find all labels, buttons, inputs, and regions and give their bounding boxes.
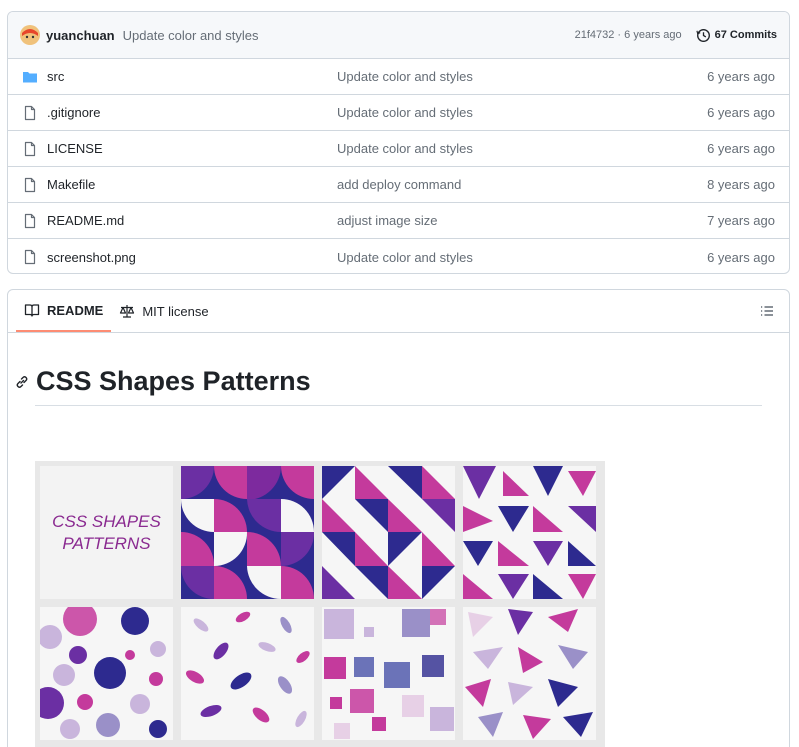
file-browser: yuanchuan Update color and styles 21f473… [7,11,790,274]
preview-tile-circles [40,607,173,740]
preview-tile-quarter-circles [181,466,314,599]
file-icon [22,249,38,265]
preview-label: CSS SHAPES PATTERNS [40,466,173,599]
file-row[interactable]: Makefile add deploy command 8 years ago [8,167,789,203]
title-divider [35,405,762,406]
outline-button[interactable] [753,290,781,332]
readme-tabs: README MIT license [8,290,789,333]
tab-readme-label: README [47,302,104,318]
file-age: 6 years ago [707,69,775,84]
file-age: 6 years ago [707,249,775,265]
file-commit-message[interactable]: adjust image size [337,213,707,228]
folder-icon [22,69,38,85]
commit-author[interactable]: yuanchuan [46,28,115,43]
preview-tile-triangles [322,466,455,599]
screenshot-preview: CSS SHAPES PATTERNS [35,461,605,747]
file-list: src Update color and styles 6 years ago .gi… [8,59,789,273]
preview-tile-label: CSS SHAPES PATTERNS [40,466,173,599]
commits-history-link[interactable]: 67 Commits [696,28,777,43]
file-row[interactable]: LICENSE Update color and styles 6 years ag… [8,131,789,167]
file-row[interactable]: src Update color and styles 6 years ago [8,59,789,95]
file-icon [22,213,38,229]
file-row[interactable]: screenshot.png Update color and styles 6 y… [8,239,789,273]
file-icon [22,177,38,193]
readme-title: CSS Shapes Patterns [36,366,311,396]
file-name[interactable]: src [47,69,337,84]
file-icon [22,105,38,121]
file-name[interactable]: Makefile [47,177,337,192]
file-commit-message[interactable]: Update color and styles [337,250,707,265]
preview-tile-shards [463,607,596,740]
commit-message[interactable]: Update color and styles [123,28,259,43]
history-icon [696,28,710,42]
link-icon[interactable] [14,374,30,390]
file-row[interactable]: README.md adjust image size 7 years ago [8,203,789,239]
preview-tile-leaves [181,607,314,740]
file-commit-message[interactable]: add deploy command [337,177,707,192]
file-age: 8 years ago [707,177,775,192]
file-name[interactable]: screenshot.png [47,250,337,265]
readme-panel: README MIT license CSS Shapes Patterns C… [7,289,790,747]
preview-tile-squares [322,607,455,740]
commit-meta: 21f4732 · 6 years ago [575,29,682,41]
commit-age: 6 years ago [624,29,682,41]
file-age: 6 years ago [707,105,775,120]
file-icon [22,141,38,157]
tab-readme[interactable]: README [16,290,112,332]
preview-tile-mixed-triangles [463,466,596,599]
file-row[interactable]: .gitignore Update color and styles 6 years… [8,95,789,131]
file-age: 6 years ago [707,141,775,156]
scale-icon [120,305,135,318]
file-name[interactable]: .gitignore [47,105,337,120]
commits-count: 67 Commits [714,29,777,41]
book-icon [24,304,40,317]
tab-license[interactable]: MIT license [111,290,216,332]
file-name[interactable]: README.md [47,213,337,228]
preview-label-line2: PATTERNS [62,533,151,553]
file-commit-message[interactable]: Update color and styles [337,141,707,156]
commit-info: 21f4732 · 6 years ago 67 Commits [575,28,777,43]
avatar[interactable] [20,25,40,45]
latest-commit-bar: yuanchuan Update color and styles 21f473… [8,12,789,59]
file-commit-message[interactable]: Update color and styles [337,105,707,120]
tab-license-label: MIT license [142,303,209,319]
file-age: 7 years ago [707,213,775,228]
file-commit-message[interactable]: Update color and styles [337,69,707,84]
commit-hash[interactable]: 21f4732 [575,29,615,41]
preview-label-line1: CSS SHAPES [52,511,161,531]
file-name[interactable]: LICENSE [47,141,337,156]
list-icon [761,306,773,316]
readme-heading: CSS Shapes Patterns [14,366,311,397]
